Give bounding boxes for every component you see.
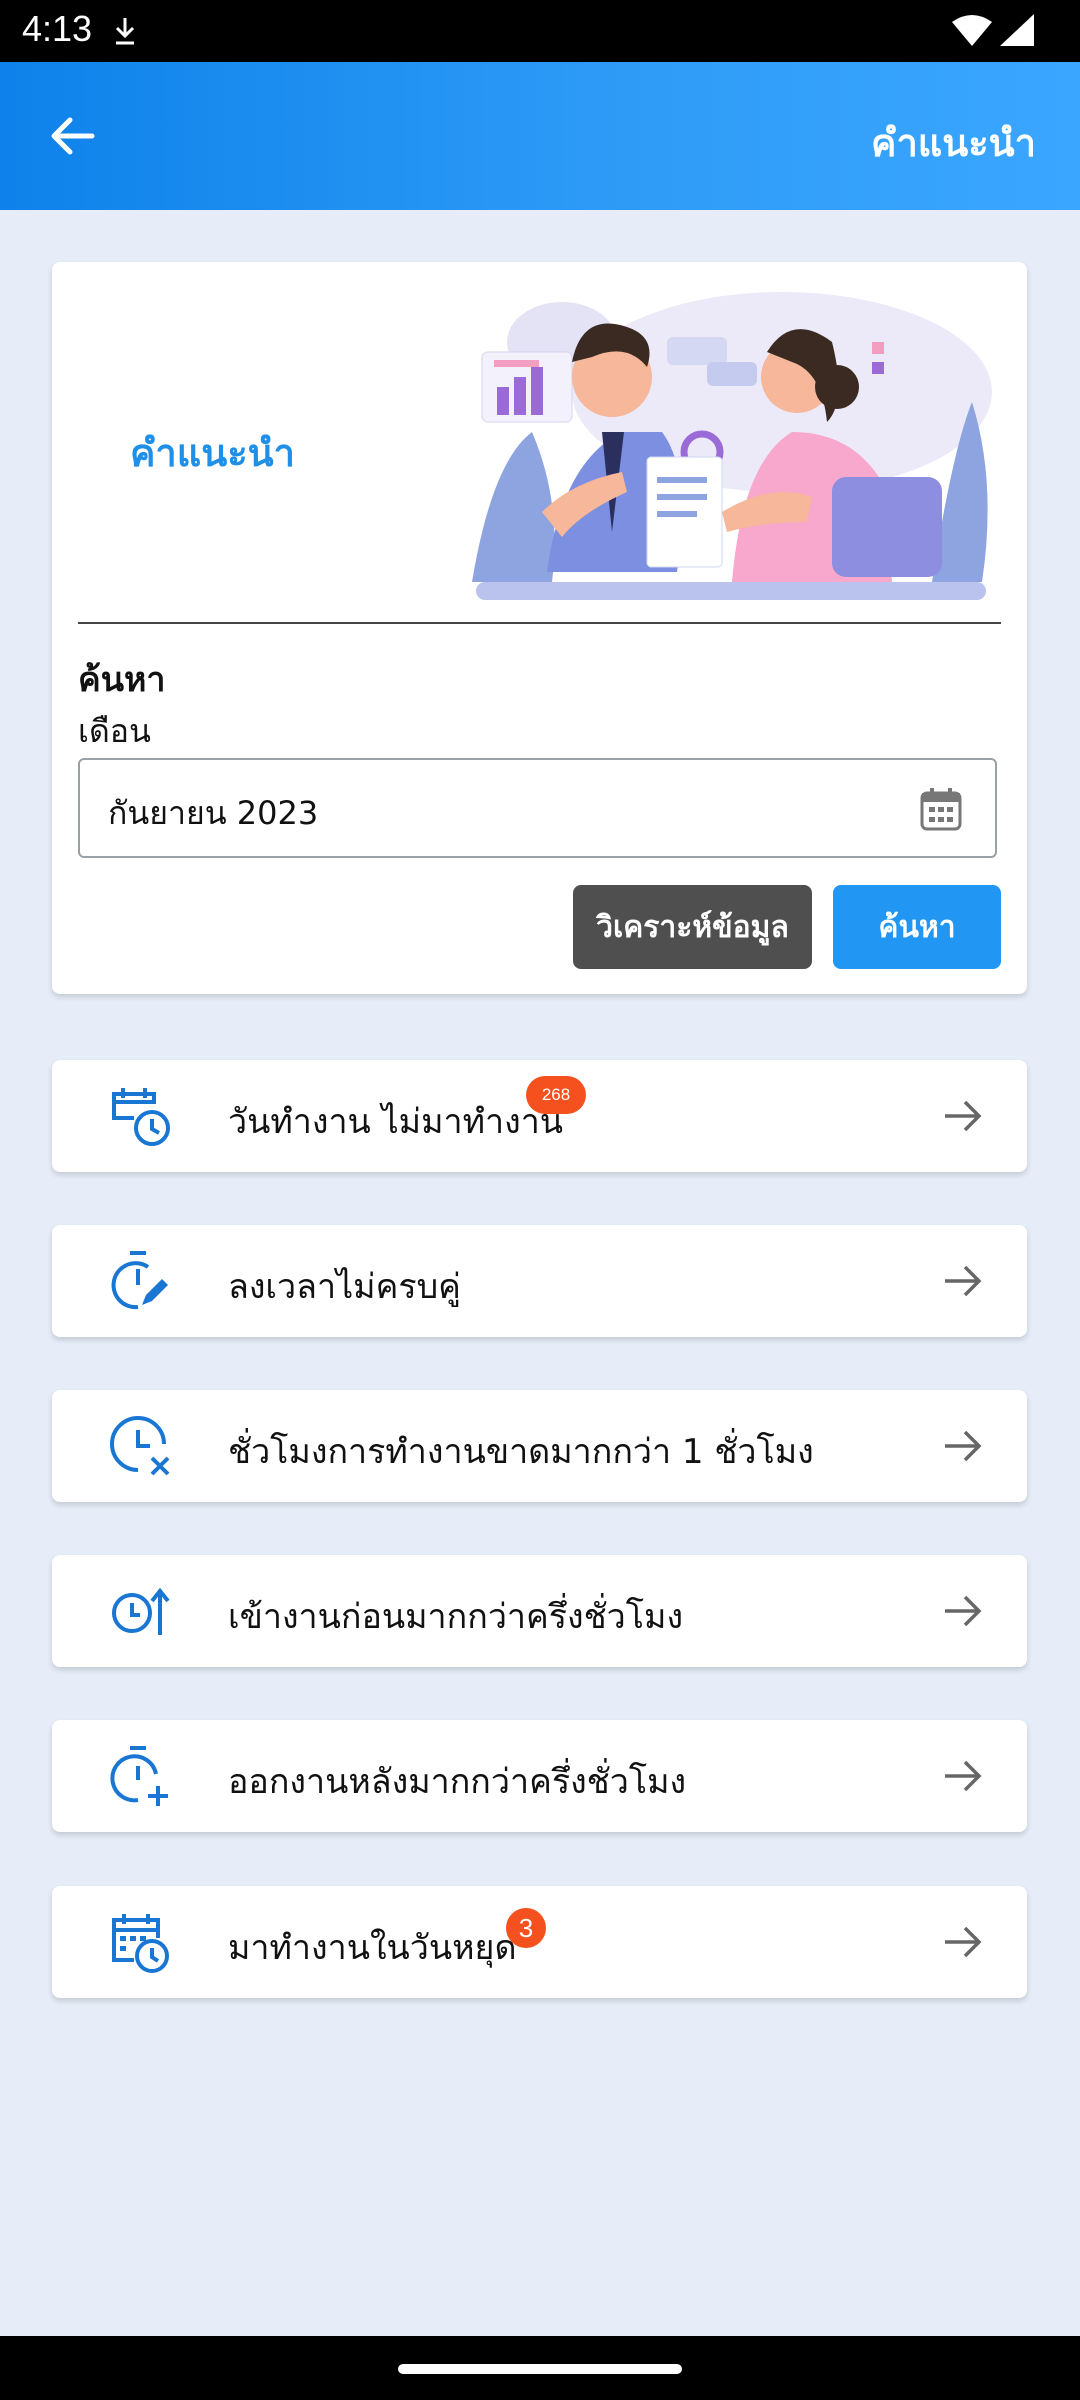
analyze-data-button[interactable]: วิเคราะห์ข้อมูล <box>573 885 812 969</box>
menu-item-label: ชั่วโมงการทำงานขาดมากกว่า 1 ชั่วโมง <box>228 1432 814 1472</box>
menu-item-hours-short[interactable]: ชั่วโมงการทำงานขาดมากกว่า 1 ชั่วโมง <box>52 1390 1027 1502</box>
calendar-clock-icon <box>112 1088 170 1146</box>
clock-remove-icon <box>110 1416 170 1476</box>
menu-item-incomplete-punch[interactable]: ลงเวลาไม่ครบคู่ <box>52 1225 1027 1337</box>
app-bar: คำแนะนำ <box>0 62 1080 210</box>
back-arrow-icon[interactable] <box>48 114 96 158</box>
status-bar: 4:13 <box>0 0 1080 62</box>
menu-item-holiday-work[interactable]: มาทำงานในวันหยุด 3 <box>52 1886 1027 1998</box>
arrow-right-icon <box>945 1100 982 1132</box>
count-badge: 268 <box>526 1076 586 1114</box>
cellular-signal-icon <box>1000 14 1034 46</box>
menu-item-label: ออกงานหลังมากกว่าครึ่งชั่วโมง <box>228 1762 687 1802</box>
search-section-title: ค้นหา <box>78 660 166 700</box>
calendar-clock-icon <box>112 1914 169 1973</box>
status-time: 4:13 <box>22 8 93 49</box>
search-card: คำแนะนำ ค้นหา เดือน กันยายน 2023 วิเคราะ… <box>52 262 1027 994</box>
timer-plus-icon <box>110 1746 168 1806</box>
menu-item-label: วันทำงาน ไม่มาทำงาน <box>228 1102 564 1142</box>
app-bar-title: คำแนะนำ <box>871 121 1036 165</box>
arrow-right-icon <box>945 1430 982 1462</box>
timer-edit-icon <box>111 1251 168 1310</box>
menu-item-early-checkin[interactable]: เข้างานก่อนมากกว่าครึ่งชั่วโมง <box>52 1555 1027 1667</box>
count-badge: 3 <box>506 1908 546 1948</box>
arrow-right-icon <box>945 1265 982 1297</box>
signal-icons <box>950 12 1040 56</box>
month-label: เดือน <box>78 712 151 750</box>
download-status-icon <box>115 18 135 45</box>
hero-title: คำแนะนำ <box>130 431 295 475</box>
menu-item-late-checkout[interactable]: ออกงานหลังมากกว่าครึ่งชั่วโมง <box>52 1720 1027 1832</box>
menu-item-label: ลงเวลาไม่ครบคู่ <box>228 1267 461 1307</box>
month-value: กันยายน 2023 <box>108 794 319 832</box>
calendar-icon[interactable] <box>919 786 963 832</box>
arrow-right-icon <box>945 1595 982 1627</box>
search-button[interactable]: ค้นหา <box>833 885 1001 969</box>
month-picker-field[interactable]: กันยายน 2023 <box>78 758 997 858</box>
arrow-right-icon <box>945 1760 982 1792</box>
system-navigation-bar <box>0 2336 1080 2400</box>
menu-item-label: เข้างานก่อนมากกว่าครึ่งชั่วโมง <box>228 1597 684 1637</box>
home-gesture-handle[interactable] <box>398 2364 682 2374</box>
consultation-illustration <box>472 292 992 600</box>
wifi-icon <box>952 15 992 46</box>
divider <box>78 622 1001 624</box>
arrow-right-icon <box>945 1926 982 1958</box>
clock-arrow-up-icon <box>112 1587 170 1635</box>
menu-item-label: มาทำงานในวันหยุด <box>228 1928 517 1968</box>
menu-item-absent-workdays[interactable]: วันทำงาน ไม่มาทำงาน 268 <box>52 1060 1027 1172</box>
